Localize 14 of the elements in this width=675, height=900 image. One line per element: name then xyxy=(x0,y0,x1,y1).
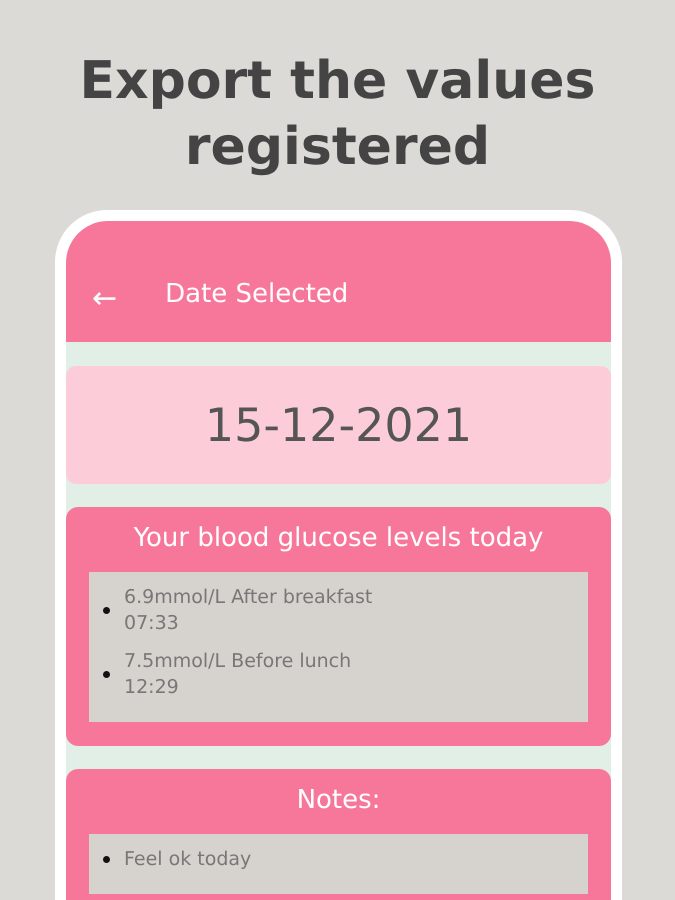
bullet-icon xyxy=(103,606,110,614)
glucose-reading: 7.5mmol/L Before lunch xyxy=(124,649,352,674)
bullet-icon xyxy=(103,856,110,862)
back-icon[interactable]: ← xyxy=(92,284,118,314)
glucose-reading: 6.9mmol/L After breakfast xyxy=(124,585,372,610)
reading-time: 07:33 xyxy=(124,611,180,636)
glucose-card-title: Your blood glucose levels today xyxy=(132,522,544,555)
headline: Export the values registered xyxy=(78,50,596,179)
selected-date: 15-12-2021 xyxy=(204,396,472,454)
app-bar-title: Date Selected xyxy=(165,278,348,311)
note-text: Feel ok today xyxy=(124,847,252,872)
bullet-icon xyxy=(103,670,110,678)
reading-time: 12:29 xyxy=(124,675,180,700)
notes-title: Notes: xyxy=(296,784,382,817)
